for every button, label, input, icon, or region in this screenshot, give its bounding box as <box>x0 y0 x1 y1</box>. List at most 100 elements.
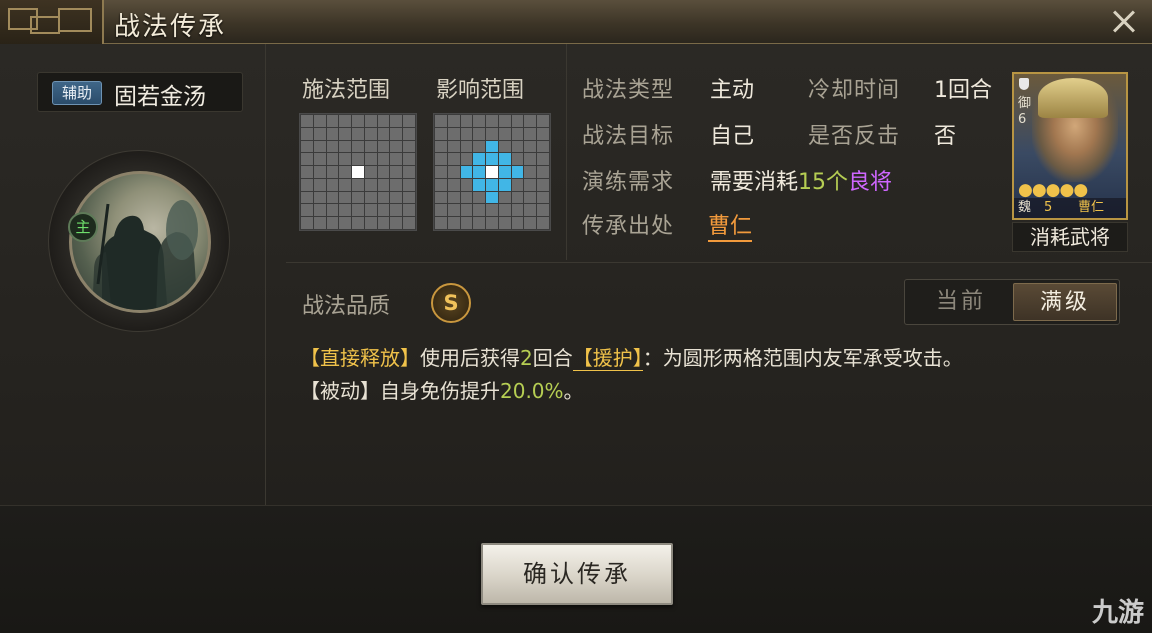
grid-cell <box>435 140 447 153</box>
grid-cell <box>511 178 524 191</box>
grid-cell <box>524 140 537 153</box>
current-level-tab[interactable]: 当前 <box>909 283 1013 321</box>
grid-cell <box>486 127 498 140</box>
dialog-title: 战法传承 <box>114 12 227 42</box>
watermark-text: 九游 <box>1091 598 1144 628</box>
grid-cell <box>498 204 511 217</box>
grid-cell <box>473 204 486 217</box>
grid-cell <box>537 166 549 178</box>
cast-range-grid <box>299 113 417 231</box>
grid-cell <box>473 178 486 191</box>
troop-type: 御 6 <box>1018 96 1031 128</box>
grid-cell <box>313 178 326 191</box>
grid-cell <box>352 140 364 153</box>
grid-cell <box>486 178 498 191</box>
grid-cell <box>511 127 524 140</box>
grid-cell <box>435 153 447 166</box>
counterattack-label: 是否反击 <box>808 124 901 149</box>
grid-cell <box>352 178 364 191</box>
grid-cell <box>377 204 390 217</box>
grid-cell <box>403 178 415 191</box>
keyword-link[interactable]: 【援护】 <box>572 346 643 371</box>
grid-cell <box>364 115 377 127</box>
desc-text: 回合 <box>532 346 573 370</box>
grid-cell <box>313 166 326 178</box>
grid-cell <box>537 153 549 166</box>
grid-cell <box>339 204 352 217</box>
grid-cell <box>390 140 403 153</box>
grid-cell <box>460 115 473 127</box>
consumed-general-card[interactable]: 御 6 ●●●●● 魏 5 曹仁 <box>1012 72 1128 220</box>
divider <box>286 262 1152 263</box>
grid-cell <box>473 140 486 153</box>
grid-cell <box>352 191 364 204</box>
grid-cell <box>390 217 403 229</box>
grid-cell <box>447 217 460 229</box>
source-general-link[interactable]: 曹仁 <box>708 208 753 242</box>
grid-cell <box>498 166 511 178</box>
max-level-tab[interactable]: 满级 <box>1013 283 1117 321</box>
grid-cell <box>511 166 524 178</box>
fret-pattern-icon <box>30 16 60 34</box>
grid-cell <box>352 204 364 217</box>
consumed-general-caption: 消耗武将 <box>1012 222 1128 252</box>
skill-type-label: 战法类型 <box>582 78 675 103</box>
grid-cell <box>460 166 473 178</box>
grid-cell <box>301 166 313 178</box>
helmet-icon <box>1038 78 1108 118</box>
quality-grade-badge: S <box>431 283 471 323</box>
grid-cell <box>390 204 403 217</box>
grid-cell <box>313 204 326 217</box>
grid-cell <box>435 191 447 204</box>
grid-cell <box>537 127 549 140</box>
grid-cell <box>524 127 537 140</box>
grid-cell <box>390 191 403 204</box>
confirm-inherit-button[interactable]: 确认传承 <box>481 543 673 605</box>
effect-range-label: 影响范围 <box>436 78 525 103</box>
grid-cell <box>447 178 460 191</box>
grid-cell <box>339 191 352 204</box>
skill-type-value: 主动 <box>710 78 755 103</box>
grid-cell <box>511 204 524 217</box>
grid-cell <box>352 153 364 166</box>
grid-cell <box>377 115 390 127</box>
grid-cell <box>498 153 511 166</box>
grid-cell <box>473 127 486 140</box>
grid-cell <box>403 140 415 153</box>
close-button[interactable] <box>1106 4 1142 40</box>
grid-cell <box>364 191 377 204</box>
faction: 魏 <box>1018 200 1032 215</box>
grid-cell <box>537 178 549 191</box>
grid-cell <box>486 153 498 166</box>
grid-cell <box>524 217 537 229</box>
grid-cell <box>339 166 352 178</box>
grid-cell <box>537 191 549 204</box>
passive-tag: 【被动】 <box>300 379 380 403</box>
grid-cell <box>403 153 415 166</box>
desc-text: 使用后获得 <box>420 346 520 370</box>
grid-cell <box>364 153 377 166</box>
grid-cell <box>435 127 447 140</box>
grid-cell <box>473 217 486 229</box>
grid-cell <box>339 127 352 140</box>
grid-cell <box>313 127 326 140</box>
grid-cell <box>524 191 537 204</box>
training-count: 15个 <box>798 170 849 195</box>
grid-cell <box>339 217 352 229</box>
training-requirement-value: 需要消耗15个良将 <box>710 164 892 196</box>
skill-name-box: 辅助 固若金汤 <box>37 72 243 112</box>
skill-name: 固若金汤 <box>114 84 206 110</box>
grid-cell <box>403 204 415 217</box>
grid-cell <box>447 127 460 140</box>
grid-cell <box>498 191 511 204</box>
grid-cell <box>524 153 537 166</box>
grid-cell <box>364 140 377 153</box>
grid-cell <box>435 166 447 178</box>
grid-cell <box>511 115 524 127</box>
grid-cell <box>524 115 537 127</box>
title-bar: 战法传承 <box>0 0 1152 44</box>
grid-cell <box>313 217 326 229</box>
grid-cell <box>537 140 549 153</box>
grid-cell <box>301 178 313 191</box>
grid-cell <box>377 178 390 191</box>
